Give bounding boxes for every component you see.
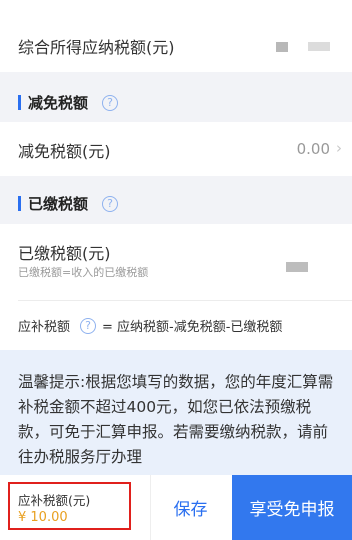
paid-section-label: 已缴税额 <box>28 195 89 213</box>
exempt-declaration-button[interactable]: 享受免申报 <box>232 475 352 540</box>
comprehensive-tax-row: 综合所得应纳税额(元) <box>0 0 352 72</box>
help-icon[interactable]: ? <box>80 317 97 334</box>
formula-text: = 应纳税额-减免税额-已缴税额 <box>102 320 283 335</box>
deduction-row[interactable]: 减免税额(元) 0.00 › <box>0 122 352 176</box>
deduction-label: 减免税额(元) <box>18 142 111 161</box>
help-icon[interactable]: ? <box>102 195 119 212</box>
deduction-section-label: 减免税额 <box>28 94 89 112</box>
save-button[interactable]: 保存 <box>150 475 230 540</box>
paid-section-title: 已缴税额 ? <box>18 193 119 214</box>
masked-value-block <box>276 42 288 52</box>
footer-bar: 应补税额(元) ¥ 10.00 保存 享受免申报 <box>0 475 352 540</box>
tip-panel: 温馨提示:根据您填写的数据，您的年度汇算需补税金额不超过400元，如您已依法预缴… <box>0 350 352 475</box>
deduction-section-title: 减免税额 ? <box>18 92 119 113</box>
due-amount: ¥ 10.00 <box>18 510 68 525</box>
chevron-right-icon: › <box>336 139 342 157</box>
deduction-value: 0.00 <box>296 140 330 158</box>
comprehensive-tax-label: 综合所得应纳税额(元) <box>18 38 175 57</box>
due-label: 应补税额(元) <box>18 493 91 508</box>
formula-row: 应补税额 ? = 应纳税额-减免税额-已缴税额 <box>18 316 282 335</box>
masked-value-block <box>286 262 308 272</box>
divider <box>18 300 352 301</box>
paid-card: 已缴税额(元) 已缴税额=收入的已缴税额 应补税额 ? = 应纳税额-减免税额-… <box>0 224 352 350</box>
formula-label: 应补税额 <box>18 320 71 335</box>
masked-value-block <box>308 42 330 51</box>
paid-label: 已缴税额(元) <box>18 244 111 263</box>
tip-text: 温馨提示:根据您填写的数据，您的年度汇算需补税金额不超过400元，如您已依法预缴… <box>18 373 334 466</box>
section-marker <box>18 196 21 211</box>
paid-hint: 已缴税额=收入的已缴税额 <box>18 266 149 279</box>
help-icon[interactable]: ? <box>102 94 119 111</box>
section-marker <box>18 95 21 110</box>
due-amount-box: 应补税额(元) ¥ 10.00 <box>8 482 131 530</box>
